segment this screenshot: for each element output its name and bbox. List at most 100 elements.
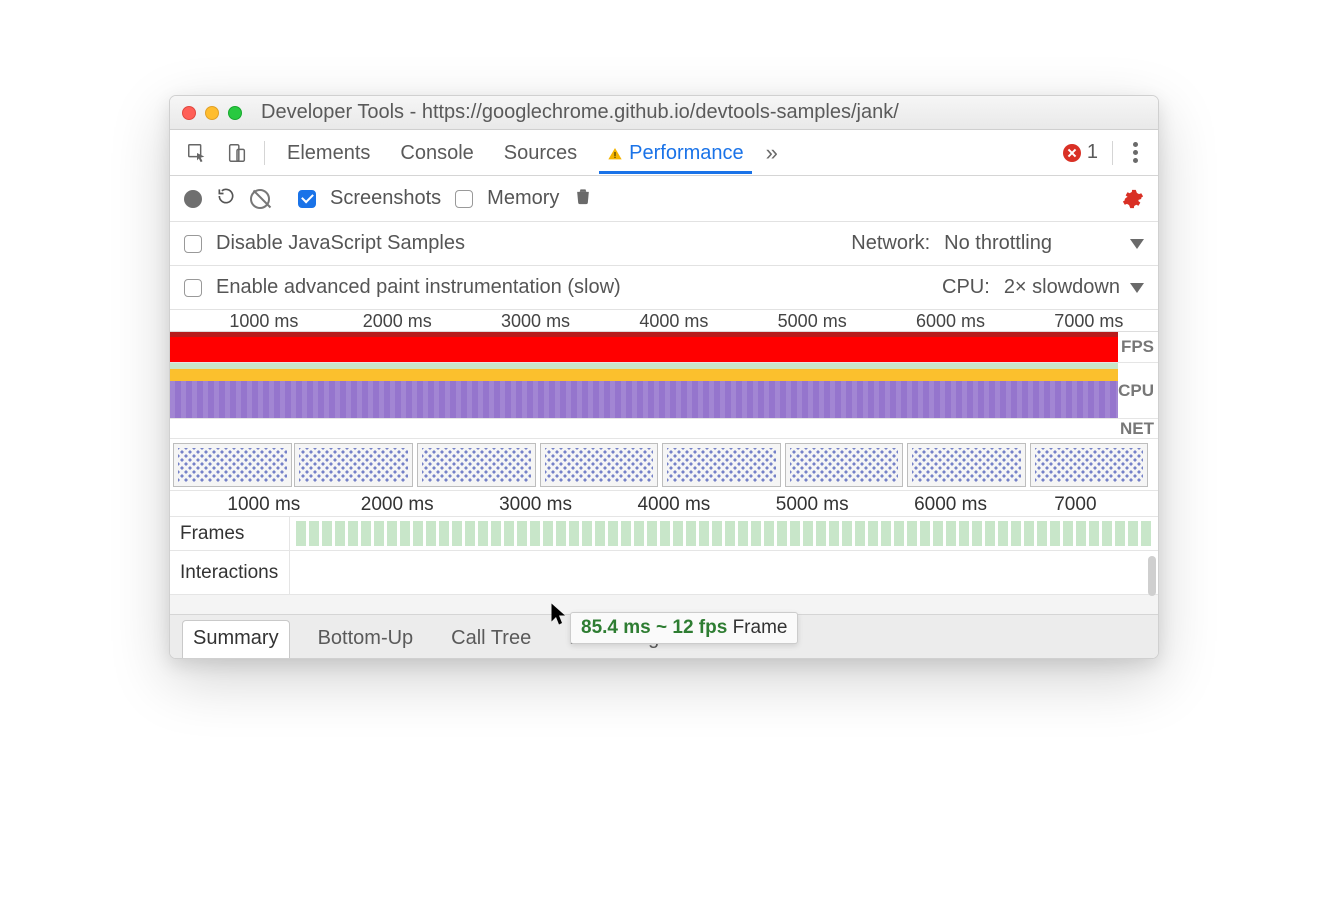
frames-row-label[interactable]: Frames	[170, 517, 290, 550]
kebab-menu-icon[interactable]	[1127, 142, 1144, 163]
frame-tooltip: 85.4 ms ~ 12 fps Frame	[570, 612, 798, 644]
tabs-overflow-icon[interactable]	[766, 140, 778, 166]
devtools-tabbar: Elements Console Sources Performance 1	[170, 130, 1158, 176]
memory-label: Memory	[487, 187, 559, 210]
ruler-tick: 2000 ms	[363, 311, 432, 332]
error-icon	[1063, 144, 1081, 162]
cpu-throttle-select[interactable]: 2× slowdown	[1004, 276, 1144, 299]
screenshots-label: Screenshots	[330, 187, 441, 210]
flamechart-gutter	[170, 594, 1158, 614]
ruler-tick: 5000 ms	[776, 494, 849, 516]
memory-checkbox[interactable]	[455, 190, 473, 208]
warning-icon	[607, 145, 623, 161]
ruler-tick: 3000 ms	[501, 311, 570, 332]
screenshot-thumbnail[interactable]	[417, 443, 536, 487]
network-label: Network:	[851, 232, 930, 255]
device-toolbar-icon[interactable]	[224, 140, 250, 166]
tab-performance[interactable]: Performance	[599, 132, 752, 174]
interactions-row-body[interactable]	[290, 551, 1158, 594]
ruler-tick: 4000 ms	[639, 311, 708, 332]
ruler-tick: 6000 ms	[914, 494, 987, 516]
tab-elements[interactable]: Elements	[279, 132, 378, 174]
screenshots-checkbox[interactable]	[298, 190, 316, 208]
cpu-throttle-value: 2× slowdown	[1004, 276, 1120, 299]
devtools-window: Developer Tools - https://googlechrome.g…	[169, 95, 1159, 659]
tab-sources[interactable]: Sources	[496, 132, 585, 174]
fps-cap-bar	[170, 332, 1118, 337]
details-tab-bottom-up[interactable]: Bottom-Up	[308, 621, 424, 658]
network-throttle-value: No throttling	[944, 232, 1052, 255]
screenshot-thumbnail[interactable]	[294, 443, 413, 487]
overview-cpu-lane[interactable]: CPU	[170, 362, 1158, 418]
cpu-label: CPU:	[942, 276, 990, 299]
ruler-tick: 7000 ms	[1054, 311, 1123, 332]
lane-label-cpu: CPU	[1118, 363, 1154, 418]
screenshot-thumbnail[interactable]	[1030, 443, 1149, 487]
separator	[1112, 141, 1113, 165]
overview-net-lane[interactable]: NET	[170, 418, 1158, 438]
screenshot-thumbnail[interactable]	[662, 443, 781, 487]
ruler-tick: 1000 ms	[227, 494, 300, 516]
flamechart-ruler[interactable]: 1000 ms 2000 ms 3000 ms 4000 ms 5000 ms …	[170, 490, 1158, 516]
tooltip-time: 85.4 ms ~ 12 fps	[581, 617, 727, 638]
adv-paint-label: Enable advanced paint instrumentation (s…	[216, 276, 621, 299]
tab-label: Call Tree	[451, 627, 531, 649]
traffic-light-minimize-icon[interactable]	[205, 106, 219, 120]
ruler-tick: 2000 ms	[361, 494, 434, 516]
tab-label: Summary	[193, 627, 279, 649]
disable-js-samples-label: Disable JavaScript Samples	[216, 232, 465, 255]
disable-js-samples-checkbox[interactable]	[184, 235, 202, 253]
tooltip-suffix: Frame	[733, 617, 788, 638]
ruler-tick: 3000 ms	[499, 494, 572, 516]
window-title: Developer Tools - https://googlechrome.g…	[261, 101, 899, 124]
traffic-light-close-icon[interactable]	[182, 106, 196, 120]
vertical-scrollbar[interactable]	[1148, 556, 1156, 596]
record-button[interactable]	[184, 190, 202, 208]
error-count: 1	[1087, 141, 1098, 164]
interactions-row: Interactions	[170, 550, 1158, 594]
tab-label: Performance	[629, 142, 744, 165]
separator	[264, 141, 265, 165]
tab-label: Sources	[504, 142, 577, 165]
dropdown-icon	[1130, 283, 1144, 293]
capture-settings-button[interactable]	[1122, 188, 1144, 210]
garbage-collect-button[interactable]	[573, 186, 593, 212]
inspect-element-icon[interactable]	[184, 140, 210, 166]
screenshot-thumbnail[interactable]	[785, 443, 904, 487]
screenshot-thumbnail[interactable]	[173, 443, 292, 487]
overview-ruler[interactable]: 1000 ms 2000 ms 3000 ms 4000 ms 5000 ms …	[170, 310, 1158, 332]
tab-console[interactable]: Console	[392, 132, 481, 174]
details-tab-summary[interactable]: Summary	[182, 620, 290, 658]
interactions-strip	[290, 551, 1158, 594]
network-throttle-select[interactable]: No throttling	[944, 232, 1052, 255]
overview-fps-lane[interactable]: FPS	[170, 332, 1158, 362]
frames-row-body[interactable]	[290, 517, 1158, 550]
interactions-row-label[interactable]: Interactions	[170, 551, 290, 594]
tab-label: Console	[400, 142, 473, 165]
titlebar: Developer Tools - https://googlechrome.g…	[170, 96, 1158, 130]
screenshot-thumbnail[interactable]	[540, 443, 659, 487]
ruler-tick: 1000 ms	[229, 311, 298, 332]
ruler-tick: 6000 ms	[916, 311, 985, 332]
screenshot-thumbnail[interactable]	[907, 443, 1026, 487]
overview-screenshots-lane[interactable]	[170, 438, 1158, 490]
reload-record-button[interactable]	[216, 186, 236, 212]
error-count-badge[interactable]: 1	[1063, 141, 1098, 164]
tab-label: Bottom-Up	[318, 627, 414, 649]
clear-button[interactable]	[250, 189, 270, 209]
performance-toolbar: Screenshots Memory	[170, 176, 1158, 222]
traffic-light-zoom-icon[interactable]	[228, 106, 242, 120]
ruler-tick: 4000 ms	[637, 494, 710, 516]
capture-settings-row2: Enable advanced paint instrumentation (s…	[170, 266, 1158, 310]
ruler-tick: 5000 ms	[778, 311, 847, 332]
lane-label-net: NET	[1120, 419, 1154, 438]
capture-settings-row1: Disable JavaScript Samples Network: No t…	[170, 222, 1158, 266]
frames-row: Frames	[170, 516, 1158, 550]
frames-strip	[296, 521, 1152, 546]
dropdown-icon[interactable]	[1130, 239, 1144, 249]
lane-label-fps: FPS	[1121, 332, 1154, 362]
cpu-chart-rendering	[170, 381, 1118, 418]
tab-label: Elements	[287, 142, 370, 165]
details-tab-call-tree[interactable]: Call Tree	[441, 621, 541, 658]
adv-paint-checkbox[interactable]	[184, 279, 202, 297]
